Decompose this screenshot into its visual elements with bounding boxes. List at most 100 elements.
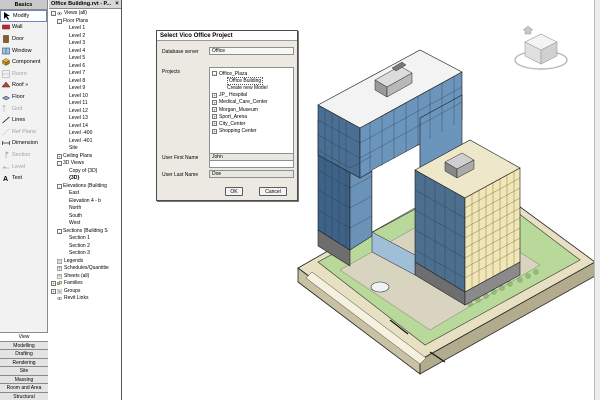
database-server-input[interactable]: Office (209, 47, 294, 55)
tree-item[interactable]: {3D} (49, 175, 121, 183)
tree-item[interactable]: North (49, 205, 121, 213)
tree-item[interactable]: Site (49, 145, 121, 153)
tree-item[interactable]: Schedules/Quantitie (49, 265, 121, 273)
tool-label: Lines (12, 117, 26, 124)
tree-item[interactable]: Revit Links (49, 295, 121, 303)
tree-item[interactable]: Level 12 (49, 108, 121, 116)
tree-item[interactable]: + Families (49, 280, 121, 288)
ok-button[interactable]: OK (225, 187, 243, 196)
collapse-icon[interactable]: - (51, 11, 56, 17)
last-name-field[interactable]: Doe (209, 170, 294, 178)
tool-dimension[interactable]: Dimension (0, 138, 47, 150)
tab-drafting[interactable]: Drafting (0, 349, 48, 358)
tree-item[interactable]: Level 14 (49, 123, 121, 131)
tab-rendering[interactable]: Rendering (0, 357, 48, 366)
tree-item[interactable]: Level 11 (49, 100, 121, 108)
project-item[interactable]: + Sport_Arena (210, 113, 293, 120)
expand-icon[interactable]: + (212, 128, 217, 134)
tool-section[interactable]: Section (0, 149, 47, 161)
tree-item[interactable]: Level 2 (49, 33, 121, 41)
design-bar-header[interactable]: Basics (0, 0, 47, 10)
tool-level[interactable]: Level (0, 161, 47, 173)
tree-item-label: Level 5 (69, 55, 86, 61)
tree-item[interactable]: + Ceiling Plans (49, 153, 121, 161)
tree-item[interactable]: Sheets (all) (49, 273, 121, 281)
expand-icon[interactable]: + (57, 153, 62, 159)
viewcube-icon[interactable] (511, 25, 571, 76)
tree-item[interactable]: -3D Views (49, 160, 121, 168)
tree-item[interactable]: Legends (49, 258, 121, 266)
tool-modify[interactable]: Modify (0, 10, 47, 22)
tree-item[interactable]: - Sections (Building S (49, 228, 121, 236)
collapse-icon[interactable]: - (212, 71, 217, 77)
tool-text[interactable]: A Text (0, 172, 47, 184)
first-name-field[interactable]: John (209, 153, 294, 161)
tree-item[interactable]: Level 7 (49, 70, 121, 78)
tool-floor[interactable]: Floor (0, 91, 47, 103)
project-item-label: Medical_Care_Center (219, 99, 268, 106)
collapse-icon[interactable]: - (57, 183, 62, 189)
tree-item[interactable]: Elevation 4 - b (49, 198, 121, 206)
tree-item[interactable]: Level 10 (49, 93, 121, 101)
tree-item[interactable]: Level 1 (49, 25, 121, 33)
tree-item[interactable]: + Groups (49, 288, 121, 296)
tool-list: Modify Wall Door Window Component Room Roof » F… (0, 10, 47, 184)
tree-item[interactable]: Copy of {3D} (49, 168, 121, 176)
tree-item[interactable]: Level 3 (49, 40, 121, 48)
tab-structural[interactable]: Structural (0, 391, 48, 400)
project-item[interactable]: + Shopping Center (210, 128, 293, 135)
home-icon[interactable] (522, 25, 534, 35)
tab-view[interactable]: View (0, 332, 48, 341)
project-item[interactable]: + Morgan_Museum (210, 106, 293, 113)
tool-label: Roof » (12, 82, 29, 89)
tool-room[interactable]: Room (0, 68, 47, 80)
tool-window[interactable]: Window (0, 45, 47, 57)
tab-massing[interactable]: Massing (0, 374, 48, 383)
tool-grid[interactable]: Grid (0, 103, 47, 115)
tool-door[interactable]: Door (0, 33, 47, 45)
expand-icon[interactable]: + (51, 281, 56, 287)
tree-item[interactable]: Section 3 (49, 250, 121, 258)
collapse-icon[interactable]: - (57, 228, 62, 234)
project-item[interactable]: Office Building (210, 76, 293, 85)
project-item[interactable]: + City_Center (210, 120, 293, 127)
expand-icon[interactable]: + (212, 92, 217, 98)
tool-component[interactable]: Component (0, 56, 47, 68)
tool-wall[interactable]: Wall (0, 22, 47, 34)
tool-lines[interactable]: Lines (0, 114, 47, 126)
tree-item[interactable]: Level 6 (49, 63, 121, 71)
tab-site[interactable]: Site (0, 366, 48, 375)
tree-item[interactable]: Level 9 (49, 85, 121, 93)
tab-modelling[interactable]: Modelling (0, 340, 48, 349)
project-item[interactable]: + Medical_Care_Center (210, 99, 293, 106)
tree-item[interactable]: Level -400 (49, 130, 121, 138)
tree-item[interactable]: Level 4 (49, 48, 121, 56)
collapse-icon[interactable]: - (57, 18, 62, 24)
tool-roof[interactable]: Roof » (0, 80, 47, 92)
tree-item[interactable]: Level 13 (49, 115, 121, 123)
close-icon[interactable]: × (113, 1, 121, 7)
tree-item[interactable]: - Views (all) (49, 10, 121, 18)
expand-icon[interactable]: + (212, 99, 217, 105)
vertical-scrollbar[interactable] (594, 0, 600, 400)
expand-icon[interactable]: + (212, 107, 217, 113)
tab-room-and-area[interactable]: Room and Area (0, 383, 48, 392)
tree-item[interactable]: Section 2 (49, 243, 121, 251)
expand-icon[interactable]: + (51, 288, 56, 294)
tree-item[interactable]: - Floor Plans (49, 18, 121, 26)
tree-item[interactable]: Section 1 (49, 235, 121, 243)
tree-item[interactable]: West (49, 220, 121, 228)
tree-item[interactable]: East (49, 190, 121, 198)
expand-icon[interactable]: + (212, 114, 217, 120)
collapse-icon[interactable]: - (57, 161, 62, 167)
tree-item[interactable]: Level 8 (49, 78, 121, 86)
project-item[interactable]: Create new Model (210, 84, 293, 91)
project-item[interactable]: + JP_ Hospital (210, 92, 293, 99)
tool-ref-plane[interactable]: Ref Plane (0, 126, 47, 138)
tree-item[interactable]: Level 5 (49, 55, 121, 63)
expand-icon[interactable]: + (212, 121, 217, 127)
tree-item[interactable]: Level -401 (49, 138, 121, 146)
cancel-button[interactable]: Cancel (259, 187, 287, 196)
tree-item[interactable]: - Elevations (Building (49, 183, 121, 191)
tree-item[interactable]: South (49, 213, 121, 221)
